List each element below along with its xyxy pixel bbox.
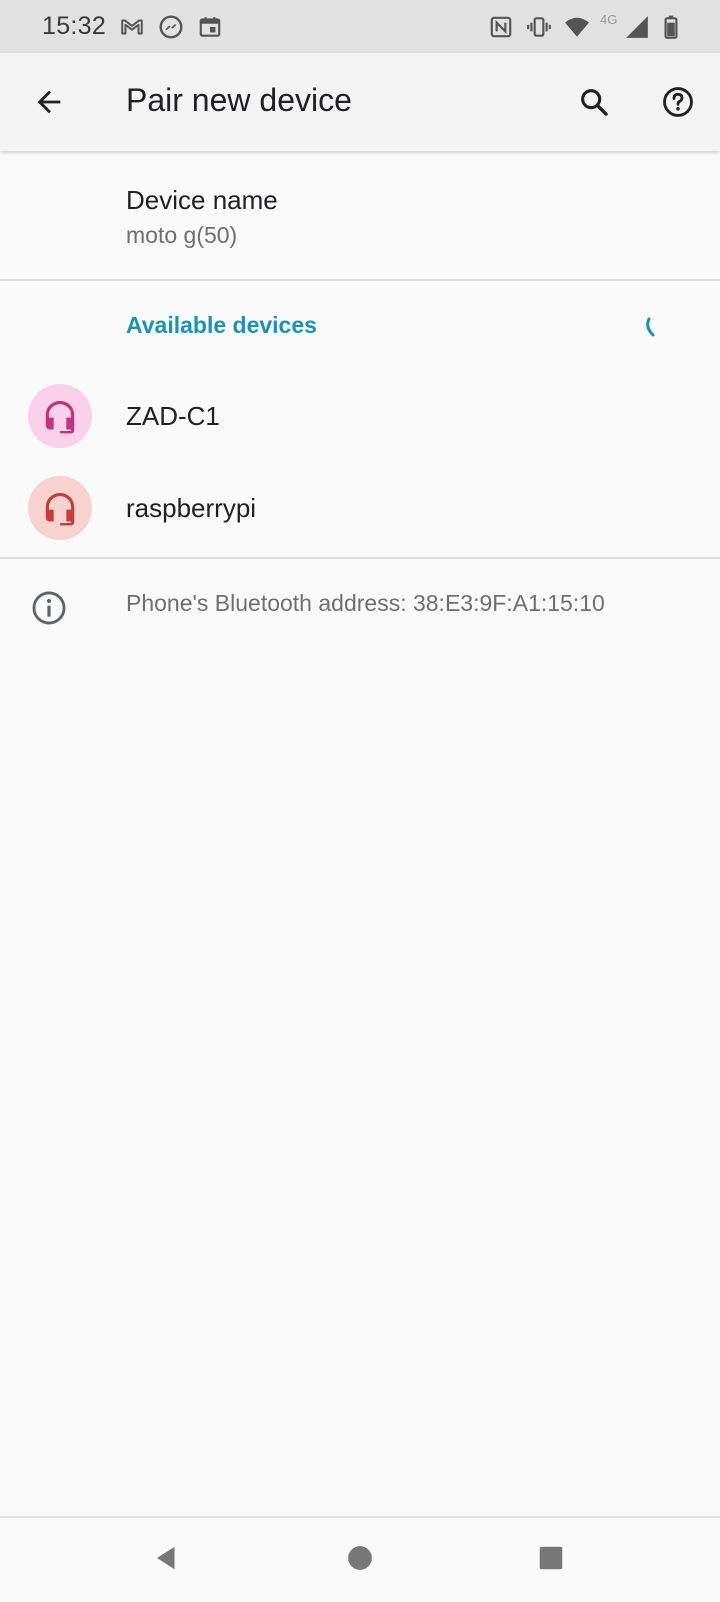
divider	[0, 557, 720, 559]
device-avatar	[28, 384, 92, 448]
search-icon	[577, 85, 611, 119]
arrow-back-icon	[32, 85, 66, 119]
wifi-icon	[564, 14, 590, 40]
gmail-icon	[119, 14, 145, 40]
nav-home-button[interactable]	[338, 1536, 382, 1580]
help-button[interactable]	[654, 78, 702, 126]
headset-icon	[41, 397, 79, 435]
help-icon	[661, 85, 695, 119]
device-row-zad-c1[interactable]: ZAD-C1	[0, 371, 720, 463]
status-time: 15:32	[42, 12, 107, 40]
device-row-raspberrypi[interactable]: raspberrypi	[0, 463, 720, 555]
divider	[0, 279, 720, 281]
scanning-progress-icon	[643, 316, 663, 338]
battery-icon	[658, 14, 684, 40]
vibrate-icon	[526, 14, 552, 40]
signal-icon	[624, 14, 650, 40]
network-type-label: 4G	[600, 12, 618, 27]
available-devices-header: Available devices	[126, 312, 317, 338]
app-bar: Pair new device	[0, 53, 720, 151]
device-name-value: moto g(50)	[126, 222, 238, 248]
device-name-title: Device name	[126, 185, 278, 215]
bluetooth-address-text: Phone's Bluetooth address: 38:E3:9F:A1:1…	[126, 590, 605, 616]
device-label: ZAD-C1	[126, 401, 220, 431]
nav-home-icon	[345, 1543, 375, 1573]
device-label: raspberrypi	[126, 493, 257, 523]
device-name-row[interactable]: Device name moto g(50)	[0, 152, 720, 280]
info-icon	[30, 589, 68, 627]
page-title: Pair new device	[126, 82, 352, 118]
nav-back-icon	[152, 1543, 182, 1573]
nav-back-button[interactable]	[145, 1536, 189, 1580]
status-bar: 15:32 4G	[0, 0, 720, 53]
nav-recents-button[interactable]	[529, 1536, 573, 1580]
nfc-icon	[488, 14, 514, 40]
calendar-icon	[197, 14, 223, 40]
search-button[interactable]	[570, 78, 618, 126]
device-avatar	[28, 476, 92, 540]
navigation-bar	[0, 1516, 720, 1602]
back-button[interactable]	[25, 78, 73, 126]
messenger-icon	[158, 14, 184, 40]
headset-icon	[41, 489, 79, 527]
nav-recents-icon	[536, 1543, 566, 1573]
